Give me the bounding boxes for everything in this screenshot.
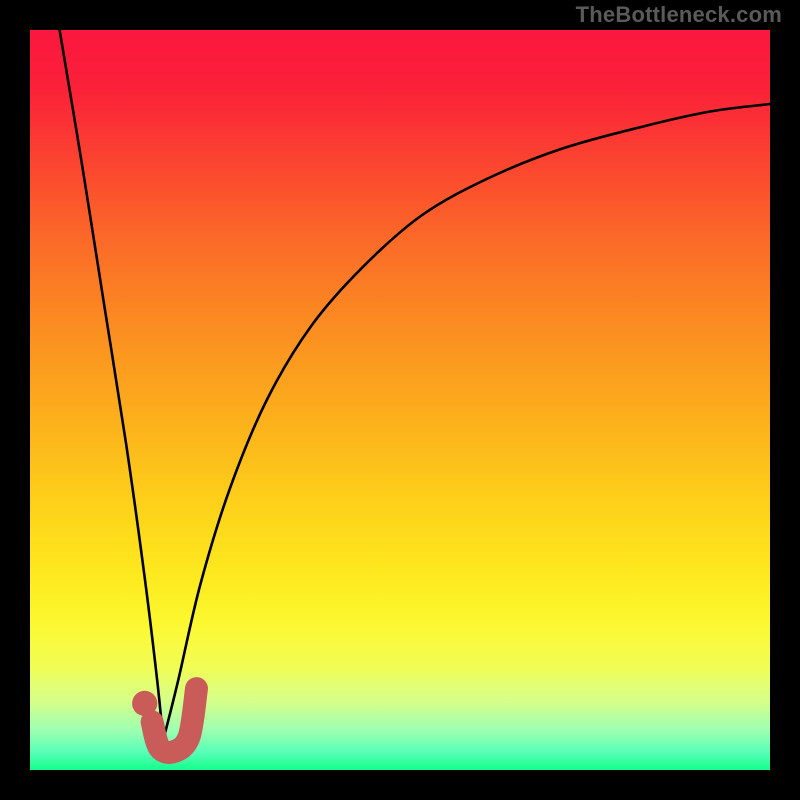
chart-canvas: { "watermark": "TheBottleneck.com", "col… (0, 0, 800, 800)
watermark-text: TheBottleneck.com (576, 2, 782, 28)
plot-background (30, 30, 770, 770)
chart-svg (0, 0, 800, 800)
